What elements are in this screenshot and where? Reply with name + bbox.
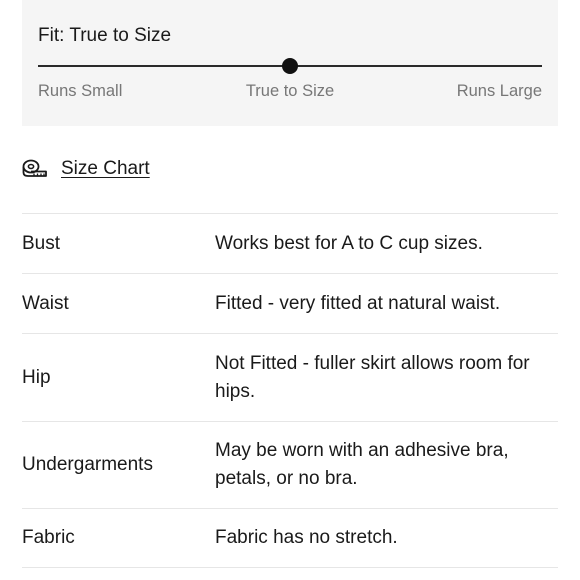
details-key: Waist [22,292,69,314]
fit-label-runs-large: Runs Large [456,82,542,100]
size-chart-label[interactable]: Size Chart [61,158,150,180]
details-row-waist: Waist Fitted - very fitted at natural wa… [22,273,558,333]
fit-panel: Fit: True to Size Runs Small True to Siz… [22,0,558,126]
details-row-undergarments: Undergarments May be worn with an adhesi… [22,421,558,508]
details-row-fabric: Fabric Fabric has no stretch. [22,508,558,568]
details-row-bust: Bust Works best for A to C cup sizes. [22,213,558,273]
fit-label-true-to-size: True to Size [245,82,335,100]
size-chart-link[interactable]: Size Chart [22,154,150,184]
details-value: Fitted - very fitted at natural waist. [215,292,501,314]
details-key: Bust [22,232,61,254]
details-key: Undergarments [22,454,153,475]
details-value: Not Fitted - fuller skirt allows room fo… [215,352,530,402]
details-value: May be worn with an adhesive bra, petals… [215,440,509,489]
details-key: Hip [22,366,51,388]
details-value: Fabric has no stretch. [215,527,398,548]
fit-scale-marker [282,58,298,74]
details-row-hip: Hip Not Fitted - fuller skirt allows roo… [22,333,558,421]
product-details-table: Bust Works best for A to C cup sizes. Wa… [22,213,558,568]
details-value: Works best for A to C cup sizes. [215,232,483,254]
fit-label-runs-small: Runs Small [38,82,123,100]
measuring-tape-icon [22,159,48,179]
fit-title: Fit: True to Size [38,25,172,46]
details-key: Fabric [22,527,75,548]
